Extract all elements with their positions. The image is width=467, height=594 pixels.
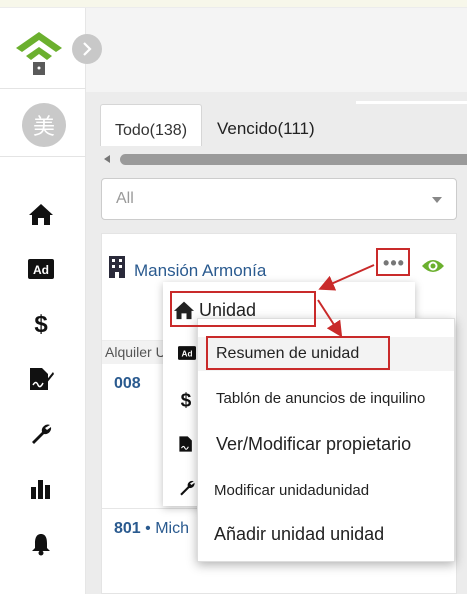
filter-select-value: All [116, 190, 134, 207]
svg-text:$: $ [181, 390, 192, 411]
property-name-link[interactable]: Mansión Armonía [134, 261, 266, 281]
unit-link-801[interactable]: 801 • Mich [114, 520, 189, 538]
menu-item-tablon-anuncios[interactable]: Tablón de anuncios de inquilino [216, 390, 425, 407]
filter-select[interactable]: All [101, 178, 457, 220]
wrench-icon[interactable] [178, 478, 196, 498]
annotation-box-unidad [170, 291, 316, 327]
annotation-box-more [376, 248, 410, 276]
ad-icon[interactable]: Ad [178, 345, 196, 361]
menu-item-ver-modificar-propietario[interactable]: Ver/Modificar propietario [216, 434, 411, 455]
dollar-icon[interactable]: $ [178, 389, 194, 411]
sidebar-divider [0, 88, 86, 89]
svg-text:$: $ [34, 311, 48, 337]
top-strip [0, 0, 467, 8]
chart-icon[interactable] [27, 475, 55, 503]
sidebar: 美 Ad $ [0, 8, 86, 594]
chevron-right-icon [83, 42, 92, 56]
rental-units-label: Alquiler U [102, 340, 172, 364]
unit-tenant: • Mich [140, 520, 189, 537]
horizontal-scrollbar[interactable] [100, 152, 467, 166]
wrench-icon[interactable] [27, 420, 55, 448]
row-divider [102, 508, 202, 509]
scrollbar-thumb[interactable] [120, 154, 467, 165]
tab-vencido[interactable]: Vencido(111) [217, 119, 315, 139]
home-icon[interactable] [27, 200, 55, 228]
eye-icon[interactable] [421, 258, 445, 274]
building-icon [109, 256, 125, 278]
unit-number: 801 [114, 520, 141, 537]
scroll-left-arrow-icon[interactable] [104, 155, 110, 163]
top-scroll-indicator [356, 101, 467, 104]
caret-down-icon [432, 197, 442, 203]
unit-link-008[interactable]: 008 [114, 375, 141, 393]
menu-item-anadir-unidad[interactable]: Añadir unidad unidad [214, 524, 384, 545]
header-area [86, 8, 467, 92]
sidebar-toggle-button[interactable] [72, 34, 102, 64]
signature-icon[interactable] [178, 433, 196, 455]
annotation-box-resumen [206, 336, 390, 370]
dollar-icon[interactable]: $ [27, 310, 55, 338]
svg-text:Ad: Ad [181, 348, 192, 358]
svg-text:Ad: Ad [33, 263, 49, 277]
signature-icon[interactable] [27, 365, 55, 393]
avatar[interactable]: 美 [22, 103, 66, 147]
wifi-house-logo-icon[interactable] [12, 26, 66, 76]
menu-item-modificar-unidad[interactable]: Modificar unidadunidad [214, 482, 369, 499]
ad-icon[interactable]: Ad [27, 255, 55, 283]
sidebar-divider [0, 156, 86, 157]
bell-icon[interactable] [27, 530, 55, 558]
tab-todo[interactable]: Todo(138) [100, 104, 202, 146]
